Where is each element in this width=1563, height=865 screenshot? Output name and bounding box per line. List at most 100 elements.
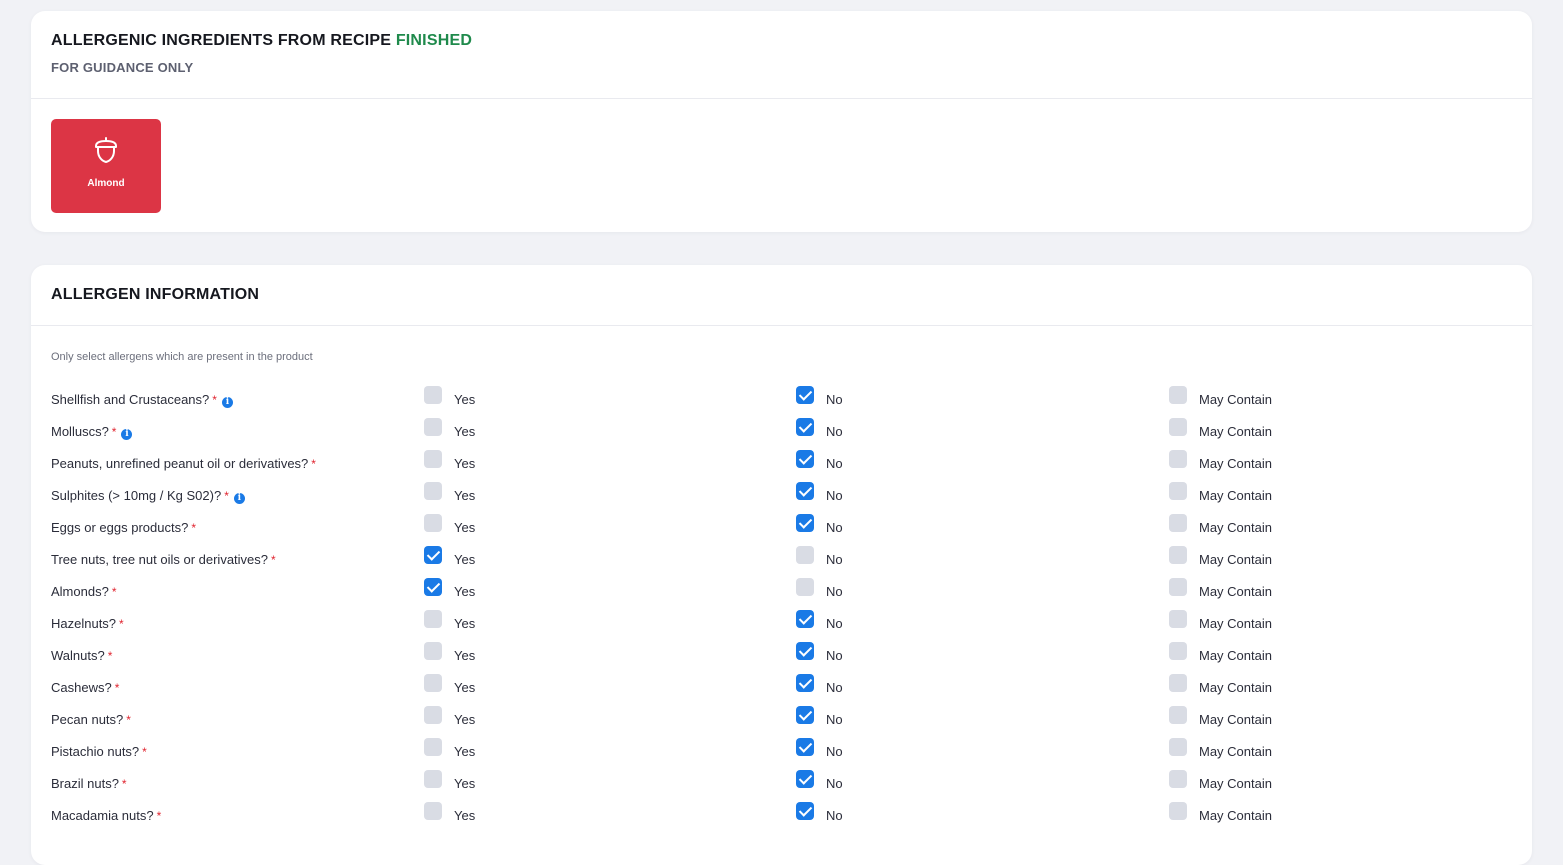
checkbox-no[interactable] [796, 738, 814, 756]
option-label: No [826, 488, 843, 503]
checkbox-may[interactable] [1169, 674, 1187, 692]
option-label: May Contain [1199, 776, 1272, 791]
question-text: Hazelnuts? [51, 616, 117, 631]
option-label: May Contain [1199, 520, 1272, 535]
question-label: Pistachio nuts? * [51, 744, 147, 760]
checkbox-no[interactable] [796, 770, 814, 788]
question-text: Eggs or eggs products? [51, 520, 189, 535]
option-label: Yes [454, 520, 476, 535]
checkbox-may[interactable] [1169, 802, 1187, 820]
option-label: No [826, 712, 843, 727]
checkbox-yes[interactable] [424, 482, 442, 500]
checkbox-no[interactable] [796, 610, 814, 628]
checkbox-yes[interactable] [424, 802, 442, 820]
info-icon[interactable]: i [233, 493, 245, 504]
checkbox-no[interactable] [796, 674, 814, 692]
option-label: May Contain [1199, 424, 1272, 439]
checkbox-may[interactable] [1169, 450, 1187, 468]
option-label: May Contain [1199, 808, 1272, 823]
required-asterisk: * [142, 745, 147, 759]
option-label: No [826, 456, 843, 471]
recipe-allergens-card: ALLERGENIC INGREDIENTS FROM RECIPE FINIS… [31, 11, 1532, 232]
question-label: Walnuts? * [51, 648, 112, 664]
option-label: No [826, 520, 843, 535]
checkbox-no[interactable] [796, 546, 814, 564]
question-text: Shellfish and Crustaceans? [51, 392, 210, 407]
checkbox-no[interactable] [796, 450, 814, 468]
option-label: May Contain [1199, 680, 1272, 695]
question-text: Cashews? [51, 680, 112, 695]
question-label: Cashews? * [51, 680, 119, 696]
checkbox-yes[interactable] [424, 642, 442, 660]
option-label: No [826, 584, 843, 599]
info-icon[interactable]: i [221, 397, 233, 408]
checkbox-yes[interactable] [424, 578, 442, 596]
checkbox-no[interactable] [796, 578, 814, 596]
info-icon[interactable]: i [121, 429, 133, 440]
checkbox-yes[interactable] [424, 706, 442, 724]
option-label: Yes [454, 552, 476, 567]
option-label: Yes [454, 776, 476, 791]
option-label: No [826, 552, 843, 567]
card-title-text: ALLERGENIC INGREDIENTS FROM RECIPE [51, 32, 392, 49]
option-label: No [826, 424, 843, 439]
instruction-text: Only select allergens which are present … [51, 351, 313, 363]
checkbox-may[interactable] [1169, 610, 1187, 628]
allergen-question-row: Peanuts, unrefined peanut oil or derivat… [31, 447, 1532, 479]
checkbox-may[interactable] [1169, 386, 1187, 404]
required-asterisk: * [224, 489, 229, 503]
allergen-question-row: Cashews? * Yes No May Contain [31, 671, 1532, 703]
required-asterisk: * [114, 681, 120, 695]
checkbox-yes[interactable] [424, 418, 442, 436]
option-label: Yes [454, 392, 476, 407]
option-label: No [826, 808, 843, 823]
checkbox-may[interactable] [1169, 706, 1187, 724]
checkbox-yes[interactable] [424, 450, 442, 468]
option-label: May Contain [1199, 648, 1272, 663]
option-label: No [826, 776, 843, 791]
checkbox-yes[interactable] [424, 546, 442, 564]
checkbox-no[interactable] [796, 802, 814, 820]
checkbox-yes[interactable] [424, 386, 442, 404]
allergen-question-row: Tree nuts, tree nut oils or derivatives?… [31, 543, 1532, 575]
option-label: Yes [454, 424, 476, 439]
checkbox-yes[interactable] [424, 770, 442, 788]
question-label: Almonds? * [51, 584, 116, 600]
option-label: No [826, 616, 843, 631]
checkbox-no[interactable] [796, 642, 814, 660]
allergen-question-row: Eggs or eggs products? * Yes No May Contain [31, 511, 1532, 543]
question-text: Macadamia nuts? [51, 808, 154, 823]
checkbox-no[interactable] [796, 482, 814, 500]
option-label: May Contain [1199, 552, 1272, 567]
checkbox-yes[interactable] [424, 514, 442, 532]
checkbox-may[interactable] [1169, 546, 1187, 564]
question-label: Tree nuts, tree nut oils or derivatives?… [51, 552, 276, 568]
option-label: Yes [454, 648, 476, 663]
checkbox-yes[interactable] [424, 610, 442, 628]
acorn-icon [95, 137, 117, 163]
checkbox-may[interactable] [1169, 642, 1187, 660]
checkbox-may[interactable] [1169, 514, 1187, 532]
checkbox-yes[interactable] [424, 674, 442, 692]
checkbox-may[interactable] [1169, 482, 1187, 500]
checkbox-no[interactable] [796, 418, 814, 436]
checkbox-may[interactable] [1169, 770, 1187, 788]
allergen-tile-almond[interactable]: Almond [51, 119, 161, 213]
checkbox-may[interactable] [1169, 578, 1187, 596]
allergen-question-row: Shellfish and Crustaceans? * i Yes No May Con… [31, 383, 1532, 415]
checkbox-may[interactable] [1169, 738, 1187, 756]
allergen-information-card: ALLERGEN INFORMATION Only select allerge… [31, 265, 1532, 865]
option-label: May Contain [1199, 456, 1272, 471]
question-text: Sulphites (> 10mg / Kg S02)? [51, 488, 222, 503]
checkbox-no[interactable] [796, 514, 814, 532]
option-label: No [826, 648, 843, 663]
checkbox-yes[interactable] [424, 738, 442, 756]
allergen-question-row: Brazil nuts? * Yes No May Contain [31, 767, 1532, 799]
required-asterisk: * [111, 425, 117, 439]
option-label: Yes [454, 744, 476, 759]
allergen-question-row: Macadamia nuts? * Yes No May Contain [31, 799, 1532, 831]
checkbox-may[interactable] [1169, 418, 1187, 436]
checkbox-no[interactable] [796, 386, 814, 404]
checkbox-no[interactable] [796, 706, 814, 724]
option-label: Yes [454, 680, 476, 695]
